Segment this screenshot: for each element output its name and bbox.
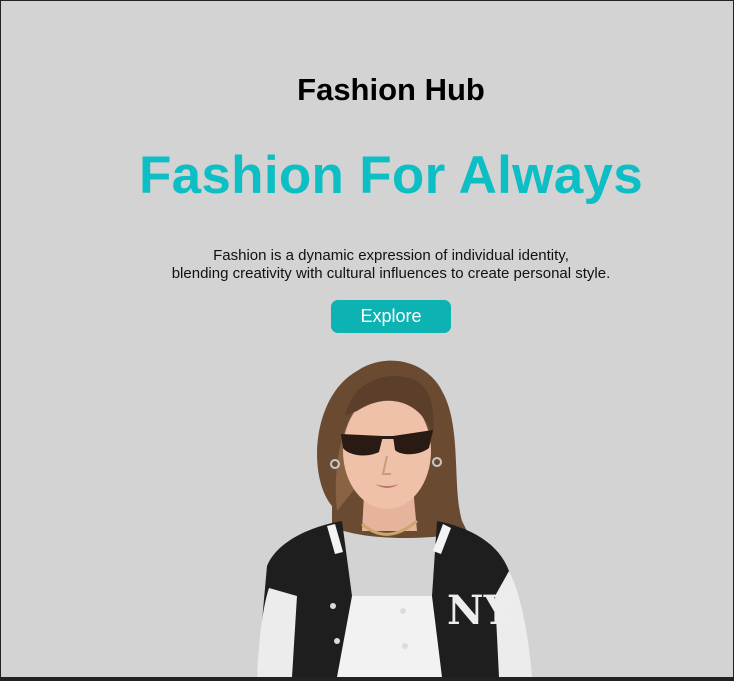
landing-page: Fashion Hub Fashion For Always Fashion i… [1,1,733,677]
model-image: NY [257,360,532,677]
hero-headline: Fashion For Always [138,146,644,205]
hero-description-line-2: blending creativity with cultural influe… [171,265,611,282]
explore-button[interactable]: Explore [331,300,451,333]
hero-description: Fashion is a dynamic expression of indiv… [1,247,733,283]
brand-title: Fashion Hub [297,72,485,107]
hero-description-line-1: Fashion is a dynamic expression of indiv… [213,247,569,264]
jacket-logo-text: NY [447,587,513,634]
